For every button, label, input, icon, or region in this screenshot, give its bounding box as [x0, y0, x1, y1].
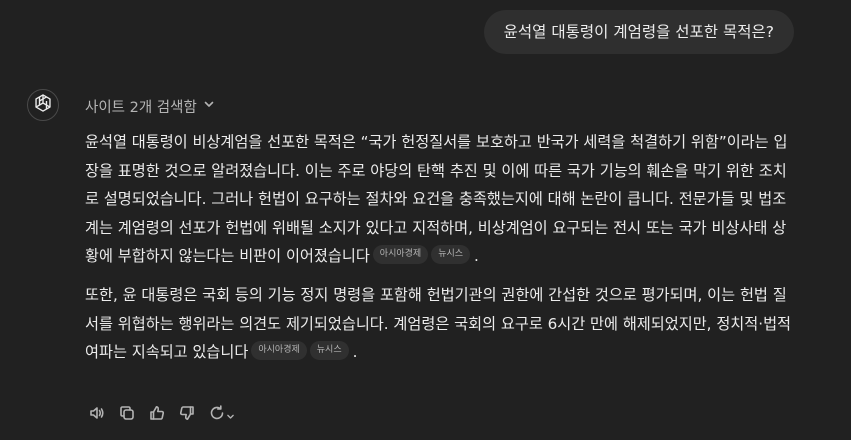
- citation-chip[interactable]: 아시아경제: [372, 245, 429, 265]
- openai-logo-icon: [32, 92, 54, 118]
- thumbs-down-icon: [178, 404, 196, 426]
- citation-chip[interactable]: 아시아경제: [251, 341, 307, 361]
- paragraph-end: .: [474, 247, 479, 266]
- citation-chip[interactable]: 뉴시스: [309, 341, 349, 361]
- regenerate-icon: [208, 404, 226, 426]
- read-aloud-button[interactable]: [85, 403, 109, 427]
- good-response-button[interactable]: [145, 403, 169, 427]
- answer-paragraph: 윤석열 대통령이 비상계엄을 선포한 목적은 “국가 헌정질서를 보호하고 반국…: [85, 128, 799, 271]
- message-actions: [85, 403, 237, 427]
- speaker-icon: [88, 404, 106, 426]
- regenerate-button[interactable]: [205, 403, 237, 427]
- copy-button[interactable]: [115, 403, 139, 427]
- chevron-down-icon: [203, 98, 215, 114]
- bad-response-button[interactable]: [175, 403, 199, 427]
- sources-toggle[interactable]: 사이트 2개 검색함: [85, 94, 215, 118]
- citation-chip[interactable]: 뉴시스: [431, 245, 471, 265]
- answer-paragraph: 또한, 윤 대통령은 국회 등의 기능 정지 명령을 포함해 헌법기관의 권한에…: [85, 281, 799, 367]
- thumbs-up-icon: [148, 404, 166, 426]
- user-message: 윤석열 대통령이 계엄령을 선포한 목적은?: [483, 10, 794, 54]
- copy-icon: [118, 404, 136, 426]
- assistant-avatar: [27, 89, 59, 121]
- paragraph-end: .: [352, 343, 358, 362]
- sources-label: 사이트 2개 검색함: [85, 99, 197, 116]
- chat-page: 윤석열 대통령이 계엄령을 선포한 목적은? 사이트 2개 검색함 윤석열 대통…: [0, 0, 851, 440]
- paragraph-text: 또한, 윤 대통령은 국회 등의 기능 정지 명령을 포함해 헌법기관의 권한에…: [85, 285, 792, 362]
- chevron-down-icon: [226, 406, 235, 425]
- assistant-answer: 윤석열 대통령이 비상계엄을 선포한 목적은 “국가 헌정질서를 보호하고 반국…: [85, 128, 799, 377]
